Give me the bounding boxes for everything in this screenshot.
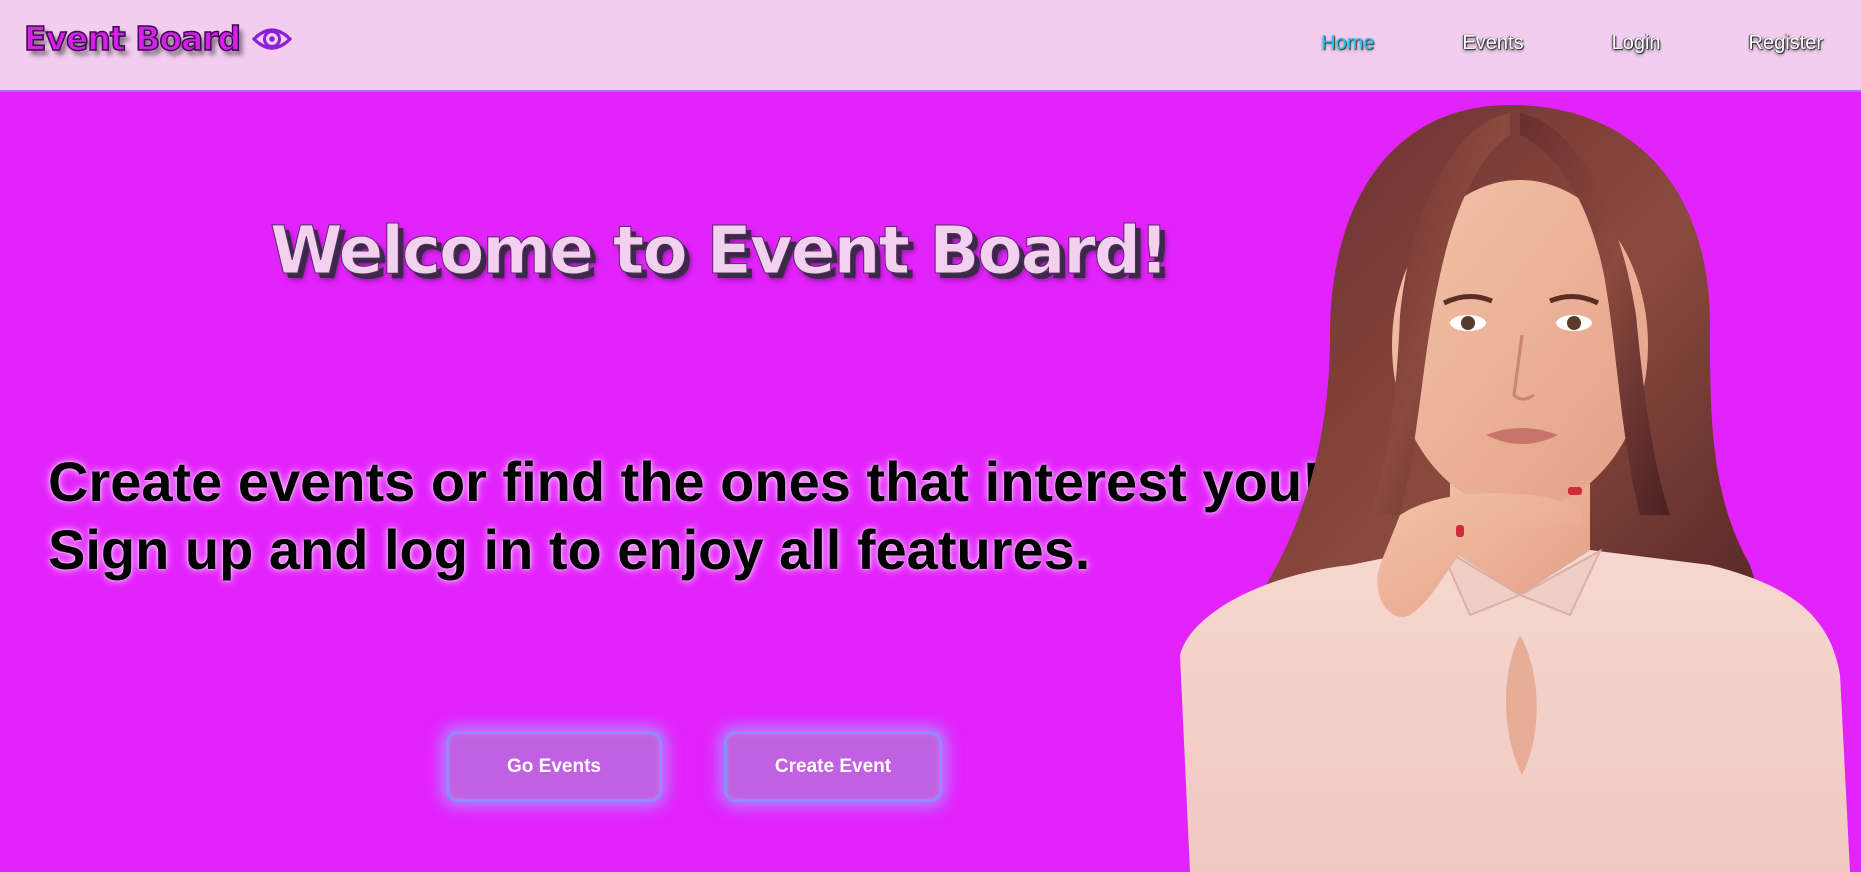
brand-logo-link[interactable]: Event Board (23, 19, 293, 58)
hero-title: Welcome to Event Board! (269, 212, 1169, 289)
hero-subtitle-line-2: Sign up and log in to enjoy all features… (48, 518, 1091, 581)
nav-login-link[interactable]: Login (1612, 32, 1661, 54)
nav-events-link[interactable]: Events (1462, 32, 1523, 54)
brand-name: Event Board (23, 19, 242, 58)
create-event-button[interactable]: Create Event (724, 731, 942, 802)
woman-portrait-image (1180, 105, 1850, 872)
nav-register-link[interactable]: Register (1749, 32, 1823, 54)
eye-icon (251, 23, 293, 55)
site-header: Event Board Home Events Login Register (0, 0, 1861, 92)
main-nav: Home Events Login Register (1321, 32, 1823, 54)
nav-home-link[interactable]: Home (1321, 32, 1374, 54)
go-events-button[interactable]: Go Events (446, 731, 662, 802)
hero-subtitle: Create events or find the ones that inte… (48, 448, 1321, 584)
hero-subtitle-line-1: Create events or find the ones that inte… (48, 450, 1321, 513)
